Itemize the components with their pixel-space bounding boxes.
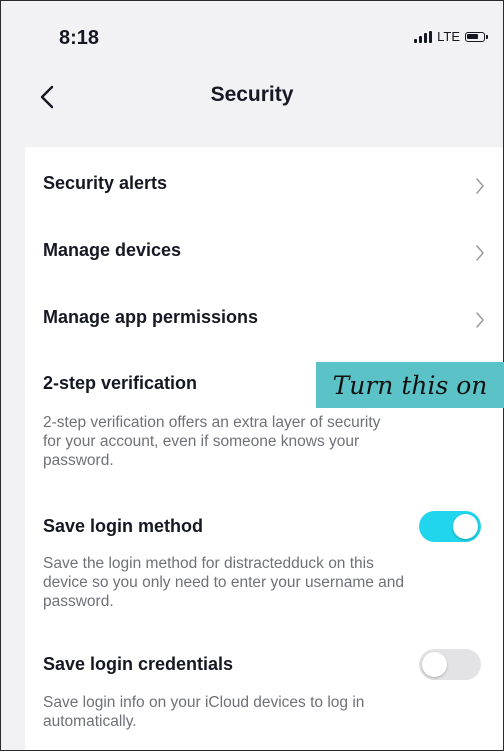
menu-item-manage-devices[interactable]: Manage devices xyxy=(43,240,485,270)
page-title: Security xyxy=(210,83,294,106)
menu-item-label: Manage devices xyxy=(43,240,182,260)
menu-item-manage-app-permissions[interactable]: Manage app permissions xyxy=(43,307,485,337)
menu-item-security-alerts[interactable]: Security alerts xyxy=(43,173,485,203)
two-step-verification-description: 2-step verification offers an extra laye… xyxy=(43,414,381,469)
toggle-knob xyxy=(422,652,447,677)
save-login-method-description: Save the login method for distractedduck… xyxy=(43,555,405,610)
chevron-right-icon xyxy=(476,245,484,261)
status-bar: 8:18 LTE xyxy=(1,1,503,71)
two-step-verification-label: 2-step verification xyxy=(43,373,198,393)
save-login-credentials-label: Save login credentials xyxy=(43,654,234,674)
save-login-credentials-toggle[interactable] xyxy=(419,649,481,680)
callout-annotation: Turn this on xyxy=(316,362,504,408)
save-login-method-toggle[interactable] xyxy=(419,511,481,542)
chevron-right-icon xyxy=(476,312,484,328)
settings-card: Security alerts Manage devices Manage ap… xyxy=(25,147,503,750)
menu-item-label: Manage app permissions xyxy=(43,307,259,327)
menu-item-label: Security alerts xyxy=(43,173,168,193)
status-indicators: LTE xyxy=(414,29,488,44)
nav-bar: Security xyxy=(1,71,503,123)
save-login-credentials-row: Save login credentials xyxy=(43,649,485,685)
carrier-label: LTE xyxy=(437,29,460,44)
chevron-right-icon xyxy=(476,178,484,194)
save-login-method-row: Save login method xyxy=(43,511,485,547)
status-time: 8:18 xyxy=(59,27,100,49)
battery-icon xyxy=(465,31,488,42)
toggle-knob xyxy=(453,514,478,539)
save-login-credentials-description: Save login info on your iCloud devices t… xyxy=(43,694,365,730)
signal-icon xyxy=(414,30,433,43)
save-login-method-label: Save login method xyxy=(43,516,204,536)
